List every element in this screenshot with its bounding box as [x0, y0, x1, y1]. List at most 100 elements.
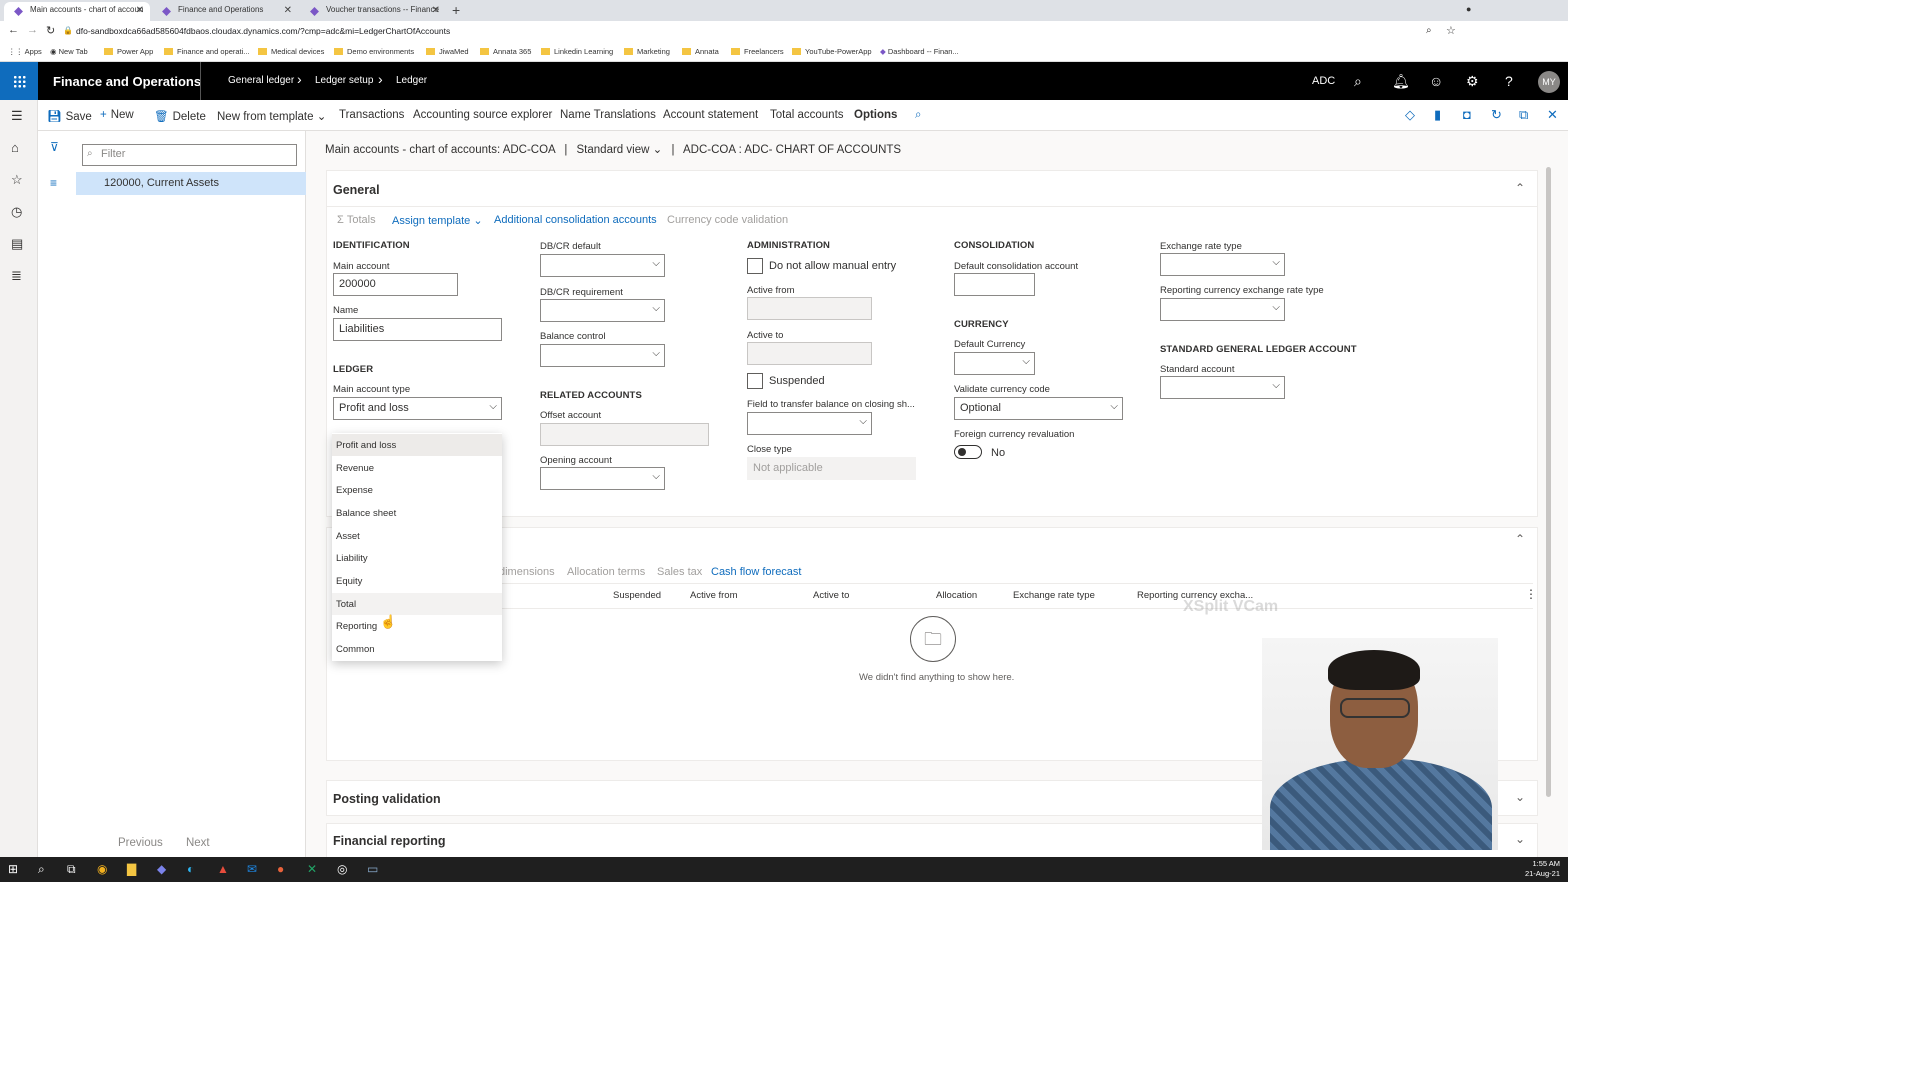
totals-button[interactable]: Σ Totals [337, 214, 376, 226]
excel-icon[interactable]: ✕ [307, 862, 317, 876]
bookmark-power-app[interactable]: Power App [104, 47, 153, 56]
chevron-down-icon[interactable]: ⌄ [1515, 790, 1525, 804]
option-equity[interactable]: Equity [332, 570, 502, 592]
gear-icon[interactable]: ⚙ [1466, 73, 1479, 90]
option-asset[interactable]: Asset [332, 525, 502, 547]
option-total[interactable]: Total [332, 593, 502, 615]
close-icon[interactable]: ✕ [136, 5, 144, 16]
clock-icon[interactable]: ◷ [11, 204, 22, 220]
bookmark-medical[interactable]: Medical devices [258, 47, 324, 56]
company-picker[interactable]: ADC [1312, 75, 1335, 87]
main-account-type-select[interactable]: Profit and loss ⌵ [333, 397, 502, 420]
default-currency-select[interactable]: ⌵ [954, 352, 1035, 375]
bookmark-annata[interactable]: Annata [682, 47, 719, 56]
balance-control-select[interactable]: ⌵ [540, 344, 665, 367]
option-profit-and-loss[interactable]: Profit and loss [332, 434, 502, 456]
column-header-allocation[interactable]: Allocation [936, 590, 977, 601]
windows-start-icon[interactable]: ⊞ [8, 862, 18, 876]
default-consolidation-input[interactable] [954, 273, 1035, 296]
task-view-icon[interactable]: ⧉ [67, 862, 76, 877]
chevron-up-icon[interactable]: ⌃ [1515, 181, 1525, 195]
outlook-icon[interactable]: ✉ [247, 862, 257, 876]
assign-template-button[interactable]: Assign template ⌄ [392, 214, 483, 227]
bell-icon[interactable]: 🔔︎ [1392, 73, 1410, 90]
no-manual-entry-checkbox[interactable] [747, 258, 763, 274]
popout-icon[interactable]: ⧉ [1519, 107, 1528, 123]
option-expense[interactable]: Expense [332, 479, 502, 501]
offset-account-input[interactable] [540, 423, 709, 446]
chevron-up-icon[interactable]: ⌃ [1515, 532, 1525, 546]
close-icon[interactable]: ✕ [432, 5, 440, 16]
url-text[interactable]: dfo-sandboxdca66ad585604fdbaos.cloudax.d… [76, 26, 450, 36]
dbcr-requirement-select[interactable]: ⌵ [540, 299, 665, 322]
zoom-icon[interactable]: ⌕ [1426, 25, 1432, 36]
main-account-input[interactable]: 200000 [333, 273, 458, 296]
star-icon[interactable]: ☆ [11, 172, 23, 188]
notifications-icon[interactable]: ◘ [1463, 107, 1471, 122]
option-liability[interactable]: Liability [332, 547, 502, 569]
active-to-input[interactable] [747, 342, 872, 365]
file-explorer-icon[interactable]: ▇ [127, 862, 136, 876]
close-icon[interactable]: ✕ [1547, 107, 1558, 123]
next-button[interactable]: Next [186, 837, 210, 849]
new-from-template-button[interactable]: New from template ⌄ [217, 109, 326, 123]
browser-tab-finance[interactable]: Finance and Operations ✕ [152, 2, 298, 21]
new-tab-icon[interactable]: + [452, 2, 460, 18]
avatar[interactable]: MY [1538, 71, 1560, 93]
bookmark-demo[interactable]: Demo environments [334, 47, 414, 56]
name-input[interactable]: Liabilities [333, 318, 502, 341]
tab-cash-flow-forecast[interactable]: Cash flow forecast [711, 566, 801, 578]
breadcrumb-general-ledger[interactable]: General ledger [228, 75, 294, 86]
additional-consolidation-button[interactable]: Additional consolidation accounts [494, 214, 657, 226]
account-statement-button[interactable]: Account statement [663, 109, 758, 121]
column-header-suspended[interactable]: Suspended [613, 590, 661, 601]
reporting-exchange-select[interactable]: ⌵ [1160, 298, 1285, 321]
column-header-active-to[interactable]: Active to [813, 590, 849, 601]
opening-account-select[interactable]: ⌵ [540, 467, 665, 490]
breadcrumb-ledger-setup[interactable]: Ledger setup [315, 75, 373, 86]
powerpoint-icon[interactable]: ● [277, 862, 284, 876]
option-revenue[interactable]: Revenue [332, 457, 502, 479]
smiley-icon[interactable]: ☺ [1429, 73, 1443, 89]
tab-dimensions[interactable]: dimensions [499, 566, 555, 578]
bookmark-dashboard[interactable]: ◆ Dashboard -- Finan... [880, 47, 959, 56]
new-button[interactable]: + New [100, 109, 134, 121]
reload-icon[interactable]: ↻ [46, 24, 55, 37]
workspaces-icon[interactable]: ▤ [11, 236, 23, 252]
bookmark-annata-365[interactable]: Annata 365 [480, 47, 531, 56]
column-header-exchange-rate-type[interactable]: Exchange rate type [1013, 590, 1095, 601]
vertical-scrollbar[interactable] [1546, 167, 1551, 797]
active-from-input[interactable] [747, 297, 872, 320]
close-icon[interactable]: ✕ [284, 5, 292, 16]
system-clock[interactable]: 1:55 AM 21-Aug-21 [1525, 859, 1560, 879]
accounting-source-explorer-button[interactable]: Accounting source explorer [413, 109, 552, 121]
bookmark-jiwamed[interactable]: JiwaMed [426, 47, 469, 56]
bookmark-freelancers[interactable]: Freelancers [731, 47, 784, 56]
bookmark-youtube[interactable]: YouTube-PowerApp [792, 47, 872, 56]
list-view-icon[interactable]: ≡ [50, 176, 57, 190]
general-title[interactable]: General [333, 183, 380, 197]
app-title[interactable]: Finance and Operations [53, 74, 201, 89]
hamburger-icon[interactable]: ☰ [11, 108, 23, 124]
breadcrumb-ledger[interactable]: Ledger [396, 75, 427, 86]
minimize-icon[interactable]: ● [1466, 4, 1471, 14]
browser-tab-main-accounts[interactable]: Main accounts - chart of accoun ✕ [4, 2, 150, 21]
app-icon[interactable]: ◎ [337, 862, 347, 876]
search-icon[interactable]: ⌕ [1354, 73, 1362, 90]
search-icon[interactable]: ⌕ [915, 109, 921, 122]
search-icon[interactable]: ⌕ [38, 862, 45, 877]
option-balance-sheet[interactable]: Balance sheet [332, 502, 502, 524]
total-accounts-button[interactable]: Total accounts [770, 109, 844, 121]
validate-currency-select[interactable]: Optional ⌵ [954, 397, 1123, 420]
filter-input[interactable]: ⌕ Filter [82, 144, 297, 166]
help-icon[interactable]: ? [1505, 73, 1513, 89]
column-header-active-from[interactable]: Active from [690, 590, 738, 601]
bookmark-linkedin[interactable]: Linkedin Learning [541, 47, 613, 56]
list-item[interactable]: 120000, Current Assets [76, 172, 306, 195]
star-icon[interactable]: ☆ [1446, 24, 1456, 37]
app-icon[interactable]: ▭ [367, 862, 378, 876]
tab-sales-tax[interactable]: Sales tax [657, 566, 702, 578]
foreign-reval-toggle[interactable] [954, 445, 982, 459]
edge-icon[interactable]: ◐ [187, 862, 194, 876]
chrome-icon[interactable]: ◉ [97, 862, 107, 876]
